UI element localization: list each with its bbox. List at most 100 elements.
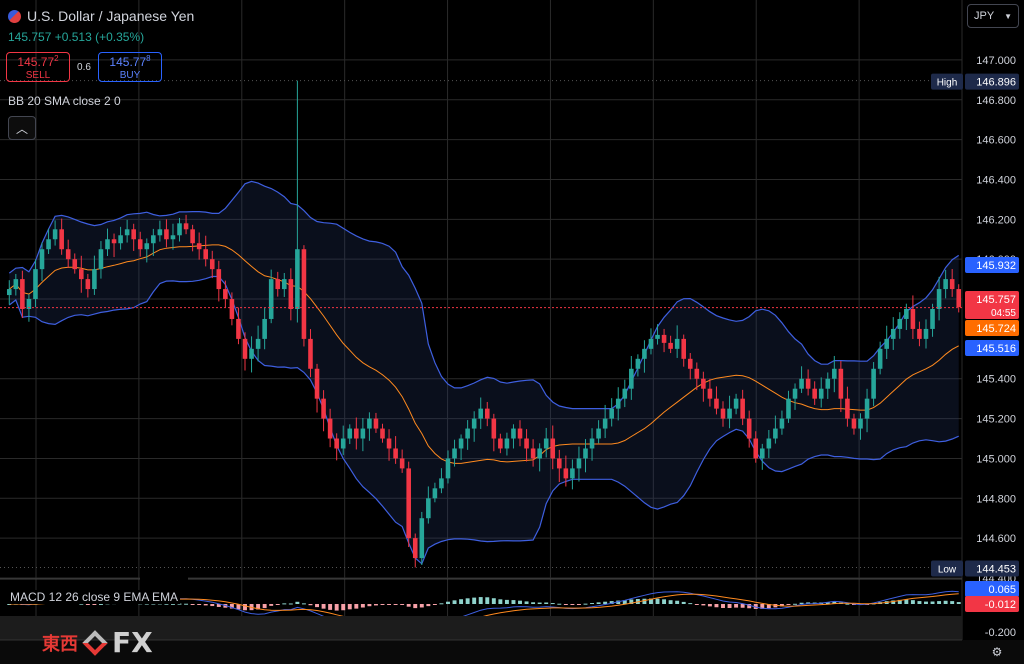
macd-hist-bar [681,601,686,604]
grid-lines [0,0,963,640]
candle-body [766,438,772,449]
candle-body [137,239,143,250]
collapse-button[interactable]: ︿ [8,116,36,140]
candle-body [465,428,470,439]
candle-body [347,428,353,439]
macd-hist-bar [393,604,398,605]
macd-hist-bar [360,604,365,608]
macd-hist-bar [354,604,359,609]
macd-indicator-label[interactable]: MACD 12 26 close 9 EMA EMA [8,590,181,604]
candle-body [838,368,844,399]
candle-body [805,378,811,389]
candle-body [707,388,713,399]
candle-body [740,398,745,419]
candle-body [949,279,955,290]
candle-body [589,438,595,449]
candle-body [609,408,614,419]
price-change: 145.757 +0.513 (+0.35%) [8,30,145,44]
candle-body [864,398,870,419]
sell-price: 145.77 [17,55,55,69]
candle-body [432,488,438,499]
currency-select[interactable]: JPY ▼ [967,4,1019,28]
candle-body [255,338,261,349]
logo-kanji: 東西 [42,633,78,655]
macd-hist-bar [446,601,450,604]
macd-hist-bar [262,604,267,609]
macd-hist-bar [740,604,745,608]
macd-hist-bar [576,604,581,605]
macd-hist-bar [373,604,378,606]
macd-hist-bar [203,604,208,606]
candle-body [98,249,104,270]
y-tick-label: 146.200 [976,214,1016,226]
candle-body [360,428,366,439]
y-tick-label: 145.000 [976,453,1016,465]
macd-hist-bar [98,603,103,605]
macd-hist-bar [282,603,287,605]
bb-indicator-label[interactable]: BB 20 SMA close 2 0 [8,94,121,108]
candle-body [445,458,451,479]
candle-body [812,388,817,399]
candle-body [792,388,798,399]
macd-hist-bar [472,597,477,604]
macd-hist-bar [288,603,293,605]
candle-body [537,448,542,459]
candle-body [72,259,78,270]
candle-body [20,279,25,309]
candle-body [956,289,962,308]
candle-body [216,269,222,290]
macd-hist-bar [92,604,97,605]
macd-hist-bar [544,602,549,604]
candle-body [196,243,202,250]
candle-body [426,498,431,519]
candle-body [151,235,156,244]
buy-button[interactable]: 145.778 BUY [98,52,162,82]
high-value: 146.896 [976,77,1016,89]
macd-hist-bar [419,604,424,608]
candle-body [694,368,700,379]
sell-price-sup: 2 [54,54,59,63]
y-tick-label: 144.800 [976,493,1016,505]
candle-body [890,328,896,339]
macd-hist-bar [904,599,909,604]
candle-body [753,438,759,459]
candle-body [484,408,490,419]
candle-body [615,398,621,409]
macd-hist-bar [439,603,444,605]
candle-body [59,229,64,250]
candle-body [118,235,123,244]
macd-hist-bar [701,604,706,606]
candle-body [223,289,228,300]
sell-button[interactable]: 145.772 SELL [6,52,70,82]
gear-icon[interactable]: ⚙ [989,644,1005,660]
candle-body [419,518,425,559]
candle-body [511,428,516,439]
last-price-value: 145.757 [976,294,1016,306]
macd-hist-bar [334,604,339,611]
time-axis: 09:0012:0015:0018:0021:002203:0006:0009:… [0,616,1024,664]
candle-body [92,269,97,290]
candle-body [458,438,464,449]
candle-body [52,229,58,240]
candle-body [570,468,575,479]
macd-hist-bar [910,600,915,604]
candle-body [111,239,117,244]
candle-body [46,239,51,250]
trade-buttons: 145.772 SELL 0.6 145.778 BUY [6,52,162,82]
macd-hist-bar [537,602,542,604]
candle-body [105,239,110,250]
macd-hist-bar [714,604,719,608]
candle-body [602,418,608,429]
candle-body [229,299,235,319]
price-chart[interactable]: 147.000146.800146.600146.400146.200146.0… [0,0,1024,664]
candle-body [936,289,942,309]
macd-hist-bar [491,598,496,604]
logo-fx: FX [112,626,153,659]
macd-hist-bar [301,603,306,605]
candle-body [452,448,457,459]
candle-body [687,358,693,369]
signal-value: -0.012 [985,599,1016,611]
macd-hist-bar [341,604,346,611]
candle-body [655,334,660,339]
macd-hist-bar [550,603,555,605]
